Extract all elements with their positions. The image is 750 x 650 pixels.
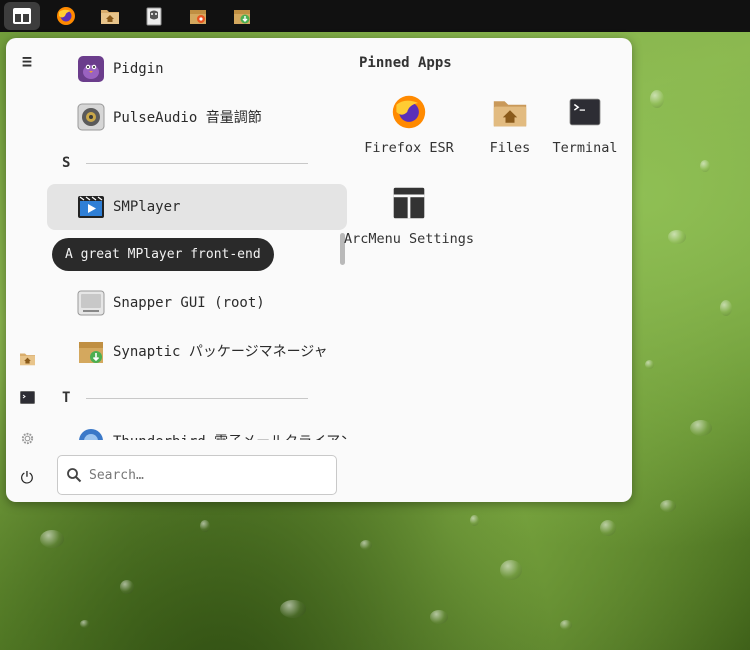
power-button[interactable]: ⏻ xyxy=(16,467,38,489)
firefox-launcher[interactable] xyxy=(48,2,84,30)
section-header-s: S xyxy=(62,153,308,173)
top-panel xyxy=(0,0,750,32)
home-folder-icon xyxy=(492,94,528,130)
app-label: Synaptic パッケージマネージャ xyxy=(113,344,328,360)
search-box[interactable] xyxy=(57,455,337,495)
app-label: Snapper GUI (root) xyxy=(113,295,265,311)
package-installer-launcher[interactable] xyxy=(224,2,260,30)
sidebar-item-settings[interactable] xyxy=(16,427,38,449)
app-item-thunderbird[interactable]: Thunderbird 電子メールクライアント xyxy=(47,418,347,440)
home-folder-icon xyxy=(19,353,35,365)
menu-sidebar: ≡ ⏻ xyxy=(6,38,48,502)
pinned-label: Terminal xyxy=(552,140,618,156)
search-icon xyxy=(67,468,82,483)
thunderbird-icon xyxy=(77,427,105,440)
arcmenu-button[interactable] xyxy=(4,2,40,30)
pinned-label: Firefox ESR xyxy=(364,140,454,156)
section-header-t: T xyxy=(62,388,308,408)
pinned-arcmenu-settings[interactable]: ArcMenu Settings xyxy=(344,185,474,247)
synaptic-icon xyxy=(77,337,105,365)
software-package-icon xyxy=(190,10,206,24)
pidgin-icon xyxy=(77,55,105,83)
app-label: PulseAudio 音量調節 xyxy=(113,110,262,126)
app-label: Pidgin xyxy=(113,61,164,77)
snapper-icon xyxy=(77,289,105,317)
pinned-label: Files xyxy=(489,140,531,156)
app-item-synaptic[interactable]: Synaptic パッケージマネージャ xyxy=(47,328,347,374)
section-divider xyxy=(86,397,308,399)
sidebar-item-home[interactable] xyxy=(16,347,38,369)
settings-icon xyxy=(21,432,33,444)
pinned-label: ArcMenu Settings xyxy=(343,231,475,247)
section-letter: S xyxy=(62,155,71,171)
app-label: Thunderbird 電子メールクライアント xyxy=(113,431,347,440)
gimp-launcher[interactable] xyxy=(136,2,172,30)
app-item-pidgin[interactable]: Pidgin xyxy=(47,46,347,92)
speaker-icon xyxy=(77,103,105,131)
home-folder-launcher[interactable] xyxy=(92,2,128,30)
search-input[interactable] xyxy=(89,467,319,483)
firefox-icon xyxy=(57,7,75,25)
pinned-apps-title: Pinned Apps xyxy=(359,55,452,71)
hamburger-icon: ≡ xyxy=(21,52,33,72)
arcmenu-icon xyxy=(13,8,31,24)
pinned-terminal[interactable]: Terminal xyxy=(530,94,640,156)
arc-menu: ≡ ⏻ Pidgin PulseAudio 音量調節 S SMPlayer Sn… xyxy=(6,38,632,502)
app-item-snapper-gui[interactable]: Snapper GUI (root) xyxy=(47,280,347,326)
terminal-icon xyxy=(567,94,603,130)
app-label: SMPlayer xyxy=(113,199,181,215)
section-letter: T xyxy=(62,390,71,406)
pinned-firefox-esr[interactable]: Firefox ESR xyxy=(354,94,464,156)
gimp-icon xyxy=(146,7,162,26)
terminal-icon xyxy=(19,390,35,404)
app-item-pulseaudio[interactable]: PulseAudio 音量調節 xyxy=(47,94,347,140)
power-icon: ⏻ xyxy=(20,468,34,487)
app-item-smplayer[interactable]: SMPlayer xyxy=(47,184,347,230)
section-divider xyxy=(86,162,308,164)
app-tooltip: A great MPlayer front-end xyxy=(52,238,274,271)
software-launcher[interactable] xyxy=(180,2,216,30)
sidebar-item-terminal[interactable] xyxy=(16,386,38,408)
firefox-icon xyxy=(391,94,427,130)
package-install-icon xyxy=(234,10,250,24)
arcmenu-icon xyxy=(391,185,427,221)
menu-toggle-button[interactable]: ≡ xyxy=(16,51,38,73)
smplayer-icon xyxy=(77,193,105,221)
home-folder-icon xyxy=(101,10,119,24)
